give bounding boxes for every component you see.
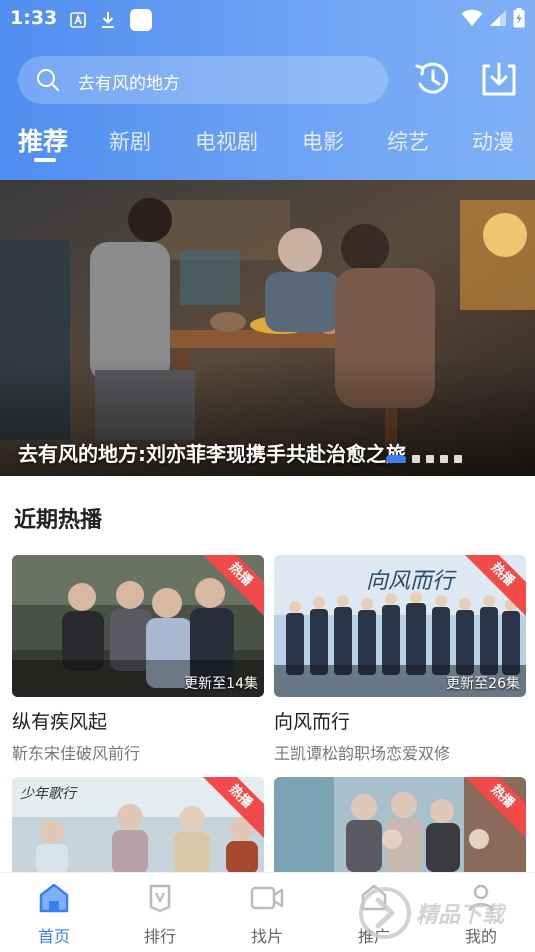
app-notification-icon bbox=[130, 9, 152, 31]
nav-ranking[interactable]: 排行 bbox=[120, 883, 200, 947]
watermark: 精品下载 bbox=[358, 886, 504, 940]
download-notification-icon bbox=[102, 12, 114, 28]
drama-card[interactable]: 热播 bbox=[274, 777, 526, 872]
download-icon[interactable] bbox=[480, 60, 518, 98]
banner-caption: 去有风的地方:刘亦菲李现携手共赴治愈之旅 bbox=[18, 442, 406, 466]
status-bar: 1:33 bbox=[0, 0, 535, 38]
nav-label: 排行 bbox=[143, 927, 176, 946]
home-icon bbox=[39, 883, 69, 913]
section-title-recent: 近期热播 bbox=[14, 508, 103, 533]
carousel-indicator bbox=[386, 455, 462, 463]
carousel-dot bbox=[440, 455, 448, 463]
tab-variety[interactable]: 综艺 bbox=[387, 126, 429, 156]
drama-subtitle: 王凯谭松韵职场恋爱双修 bbox=[274, 744, 451, 763]
drama-title: 向风而行 bbox=[274, 711, 351, 733]
drama-title: 纵有疾风起 bbox=[12, 711, 108, 733]
ranking-icon bbox=[149, 884, 171, 913]
wifi-icon bbox=[461, 9, 483, 26]
category-tabs: 推荐 新剧 电视剧 电影 综艺 动漫 bbox=[0, 118, 535, 168]
nav-home[interactable]: 首页 bbox=[14, 883, 94, 947]
poster-title: 向风而行 bbox=[366, 569, 455, 594]
drama-thumbnail: 热播 更新至14集 bbox=[12, 555, 264, 697]
font-notification-icon bbox=[70, 12, 86, 28]
poster-title: 少年歌行 bbox=[20, 786, 76, 802]
carousel-dot bbox=[426, 455, 434, 463]
history-icon[interactable] bbox=[414, 60, 452, 98]
tab-tv-series[interactable]: 电视剧 bbox=[195, 126, 258, 156]
tab-anime[interactable]: 动漫 bbox=[472, 126, 514, 156]
tab-indicator bbox=[34, 158, 56, 162]
nav-label: 首页 bbox=[37, 927, 70, 946]
watermark-logo-icon bbox=[359, 887, 411, 939]
search-placeholder: 去有风的地方 bbox=[78, 74, 180, 94]
status-time: 1:33 bbox=[10, 7, 58, 29]
search-input[interactable]: 去有风的地方 bbox=[18, 56, 388, 104]
carousel-dot-active bbox=[386, 455, 406, 463]
carousel-dot bbox=[412, 455, 420, 463]
search-icon bbox=[37, 69, 60, 92]
tab-movie[interactable]: 电影 bbox=[302, 126, 344, 156]
drama-thumbnail: 热播 bbox=[274, 777, 526, 872]
header: 1:33 去有风的地方 推荐 新剧 电视剧 电影 综艺 动漫 bbox=[0, 0, 535, 180]
battery-icon bbox=[513, 8, 525, 28]
drama-card[interactable]: 少年歌行 热播 bbox=[12, 777, 264, 872]
drama-thumbnail: 向风而行 热播 更新至26集 bbox=[274, 555, 526, 697]
banner-image bbox=[0, 180, 535, 476]
update-status: 更新至14集 bbox=[184, 676, 258, 692]
tab-new-drama[interactable]: 新剧 bbox=[109, 126, 151, 156]
drama-card[interactable]: 热播 更新至14集 纵有疾风起 靳东宋佳破风前行 bbox=[12, 555, 264, 764]
drama-subtitle: 靳东宋佳破风前行 bbox=[12, 744, 141, 763]
watermark-text: 精品下载 bbox=[416, 903, 505, 928]
nav-find[interactable]: 找片 bbox=[227, 883, 307, 947]
nav-label: 找片 bbox=[250, 927, 283, 946]
drama-card[interactable]: 向风而行 热播 更新至26集 向风而行 王凯谭松韵职场恋爱双修 bbox=[274, 555, 526, 764]
video-icon bbox=[250, 886, 284, 910]
tab-recommend[interactable]: 推荐 bbox=[18, 122, 68, 158]
drama-thumbnail: 少年歌行 热播 bbox=[12, 777, 264, 872]
signal-icon bbox=[490, 10, 506, 26]
carousel-dot bbox=[454, 455, 462, 463]
update-status: 更新至26集 bbox=[446, 676, 520, 692]
banner-carousel[interactable]: 去有风的地方:刘亦菲李现携手共赴治愈之旅 bbox=[0, 180, 535, 476]
